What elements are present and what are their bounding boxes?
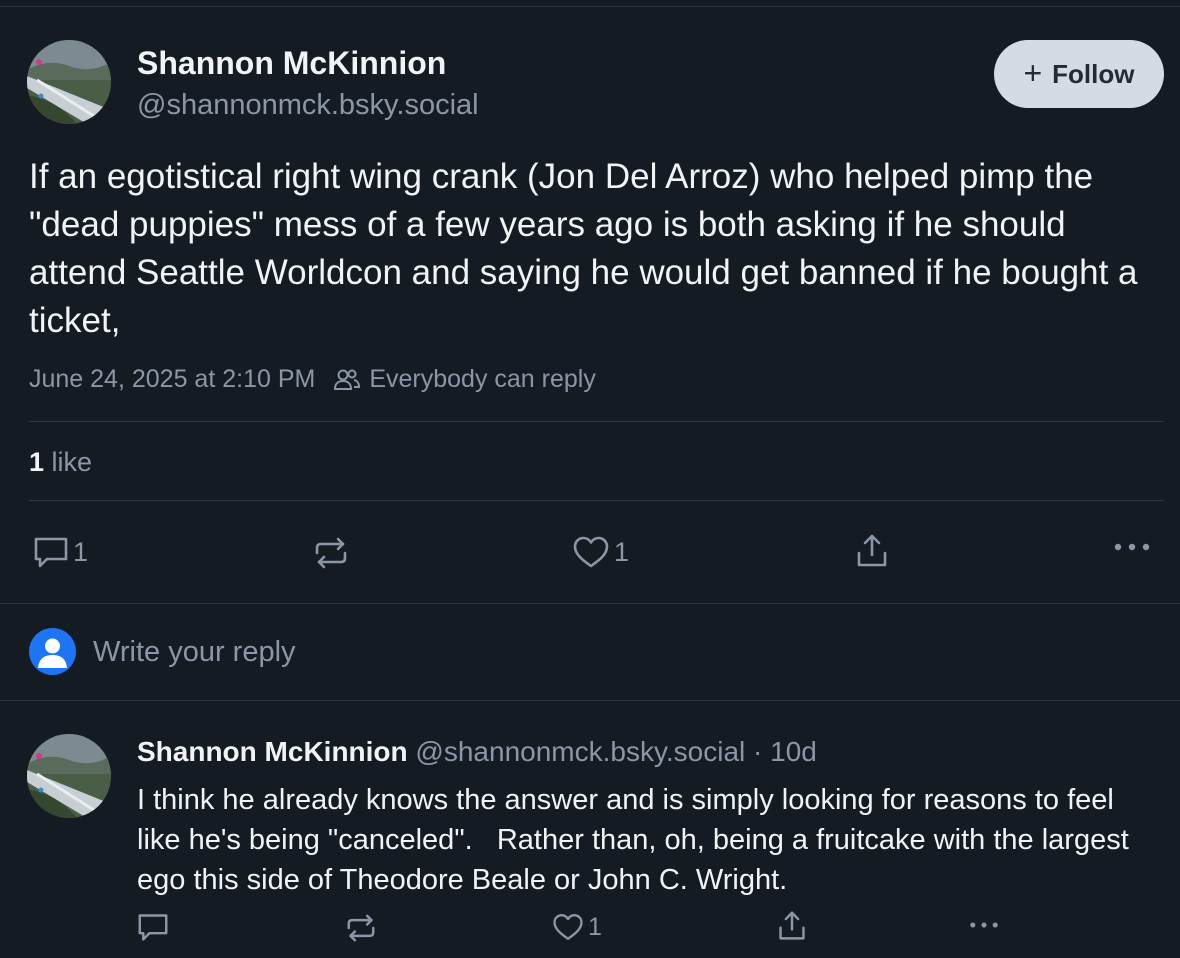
speech-bubble-icon (138, 914, 168, 941)
repost-button[interactable] (313, 537, 349, 569)
more-options-button[interactable] (1112, 541, 1152, 553)
share-upload-icon (857, 534, 887, 567)
like-count: 1 (614, 536, 630, 567)
post-meta: June 24, 2025 at 2:10 PM Everybody can r… (29, 365, 596, 394)
reply-text: I think he already knows the answer and … (137, 784, 1137, 896)
speech-bubble-icon (34, 537, 68, 568)
section-divider (0, 700, 1180, 701)
heart-icon (553, 914, 583, 940)
follow-button-label: Follow (1052, 58, 1135, 89)
landscape-avatar-image (27, 40, 111, 124)
reply-input-placeholder[interactable]: Write your reply (93, 636, 296, 669)
top-divider (0, 6, 1180, 7)
author-handle[interactable]: @shannonmck.bsky.social (137, 89, 479, 122)
like-button[interactable]: 1 (572, 535, 629, 569)
reply-actions: 1 (0, 908, 1180, 948)
like-summary-count: 1 (29, 447, 45, 477)
reply-like-count: 1 (588, 912, 602, 941)
like-summary-label: like (51, 447, 93, 477)
ellipsis-icon (1114, 543, 1150, 551)
reply-author-avatar[interactable] (27, 734, 111, 818)
repost-arrows-icon (315, 537, 347, 569)
post-text: If an egotistical right wing crank (Jon … (29, 157, 1138, 340)
author-avatar[interactable] (27, 40, 111, 124)
reply-permission: Everybody can reply (369, 365, 596, 393)
reply-header: Shannon McKinnion @shannonmck.bsky.socia… (137, 736, 817, 768)
reply-more-options-button[interactable] (968, 920, 1000, 930)
reply-author-handle[interactable]: @shannonmck.bsky.social (415, 736, 745, 767)
default-user-avatar-icon (29, 628, 76, 675)
share-upload-icon (779, 911, 805, 940)
divider (29, 421, 1164, 422)
reply-author-name[interactable]: Shannon McKinnion (137, 736, 408, 767)
ellipsis-icon (970, 922, 998, 928)
reply-share-button[interactable] (777, 910, 807, 942)
share-button[interactable] (855, 533, 889, 569)
repost-arrows-icon (347, 914, 375, 942)
landscape-avatar-image (27, 734, 111, 818)
like-summary[interactable]: 1 like (29, 447, 92, 478)
reply-button[interactable]: 1 (33, 535, 88, 569)
heart-icon (573, 536, 609, 568)
plus-icon: + (1023, 54, 1043, 91)
author-name[interactable]: Shannon McKinnion (137, 45, 446, 82)
separator-dot: · (753, 736, 763, 767)
reply-age[interactable]: 10d (770, 736, 817, 767)
people-icon (333, 368, 361, 392)
reply-repost-button[interactable] (345, 914, 377, 942)
reply-composer[interactable]: Write your reply (0, 604, 1180, 700)
reply-reply-button[interactable] (137, 912, 169, 942)
post-actions: 1 1 (0, 527, 1180, 571)
reply-like-button[interactable]: 1 (552, 912, 602, 942)
reply-post[interactable]: Shannon McKinnion @shannonmck.bsky.socia… (0, 702, 1180, 958)
divider (29, 500, 1164, 501)
post-timestamp[interactable]: June 24, 2025 at 2:10 PM (29, 365, 315, 394)
follow-button[interactable]: + Follow (994, 40, 1164, 108)
reply-count: 1 (73, 536, 89, 567)
